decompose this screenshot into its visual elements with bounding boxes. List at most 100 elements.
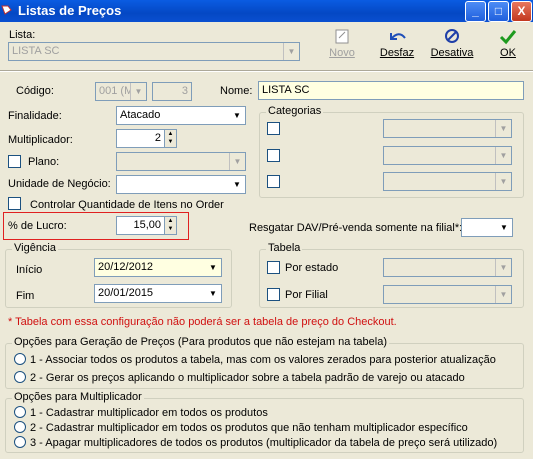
categoria-checkbox-2[interactable] [267,149,280,162]
multiplicador-value: 2 [154,132,161,144]
ok-button[interactable]: OK [488,28,528,62]
por-estado-checkbox[interactable] [267,261,280,274]
desativa-label: Desativa [430,47,474,59]
lucro-spinner[interactable]: ▲ ▼ [164,216,177,235]
desfaz-button[interactable]: Desfaz [377,28,417,62]
lista-select[interactable]: LISTA SC ▼ [8,42,300,61]
fim-value: 20/01/2015 [98,287,154,299]
plano-checkbox[interactable] [8,155,21,168]
header-separator [0,70,533,72]
por-estado-select[interactable]: ▼ [383,258,512,277]
new-document-icon [335,29,349,44]
geracao-option-2-radio[interactable] [14,371,26,383]
controlar-label: Controlar Quantidade de Itens no Order [30,199,224,211]
chevron-down-icon: ▼ [283,43,299,60]
window-title: Listas de Preços [18,3,122,18]
multiplicador-spinner[interactable]: ▲ ▼ [164,129,177,148]
finalidade-select[interactable]: Atacado ▼ [116,106,246,125]
fim-date-picker[interactable]: 20/01/2015 ▼ [94,284,222,303]
spin-down-icon[interactable]: ▼ [165,138,176,146]
multiplicador-label: Multiplicador: [8,134,73,146]
categoria-select-3[interactable]: ▼ [383,172,512,191]
inicio-value: 20/12/2012 [98,261,154,273]
inicio-date-picker[interactable]: 20/12/2012 ▼ [94,258,222,277]
multiplicador-option-1-radio[interactable] [14,406,26,418]
chevron-down-icon: ▼ [496,219,512,236]
inicio-label: Início [16,264,43,276]
codigo-label: Código: [16,85,54,97]
spin-down-icon[interactable]: ▼ [165,225,176,233]
chevron-down-icon: ▼ [495,147,511,164]
por-filial-label: Por Filial [285,289,328,301]
disable-icon [445,29,459,43]
categoria-checkbox-1[interactable] [267,122,280,135]
chevron-down-icon: ▼ [229,153,245,170]
tabela-title: Tabela [266,242,303,254]
resgatar-select[interactable]: ▼ [461,218,513,237]
categoria-select-2[interactable]: ▼ [383,146,512,165]
checkmark-icon [499,30,517,45]
opcoes-multiplicador-title: Opções para Multiplicador [12,391,144,403]
plano-label: Plano: [28,156,60,168]
checkout-warning: * Tabela com essa configuração não poder… [8,316,397,328]
por-estado-label: Por estado [285,262,339,274]
geracao-option-2-label: 2 - Gerar os preços aplicando o multipli… [30,372,465,384]
categorias-title: Categorias [266,105,324,117]
desfaz-label: Desfaz [379,47,415,59]
chevron-down-icon: ▼ [495,286,511,303]
por-filial-checkbox[interactable] [267,288,280,301]
minimize-button[interactable]: _ [465,1,486,22]
categoria-checkbox-3[interactable] [267,175,280,188]
chevron-down-icon: ▼ [130,83,146,100]
vigencia-title: Vigência [12,242,58,254]
chevron-down-icon: ▼ [495,120,511,137]
multiplicador-option-2-radio[interactable] [14,421,26,433]
lucro-input[interactable]: 15,00 [116,216,165,235]
controlar-checkbox[interactable] [8,197,21,210]
chevron-down-icon: ▼ [229,176,245,193]
novo-label: Novo [329,47,355,59]
maximize-button[interactable]: □ [488,1,509,22]
finalidade-value: Atacado [120,109,161,121]
chevron-down-icon: ▼ [205,259,221,276]
fim-label: Fim [16,290,35,302]
multiplicador-option-2-label: 2 - Cadastrar multiplicador em todos os … [30,422,468,434]
multiplicador-option-3-label: 3 - Apagar multiplicadores de todos os p… [30,437,498,449]
desativa-button[interactable]: Desativa [430,28,474,62]
multiplicador-option-1-label: 1 - Cadastrar multiplicador em todos os … [30,407,268,419]
ok-label: OK [500,47,516,59]
spin-up-icon[interactable]: ▲ [165,217,176,225]
codigo-select[interactable]: 001 (M ▼ [95,82,147,101]
undo-icon [390,33,406,40]
lucro-value: 15,00 [133,219,161,231]
novo-button[interactable]: Novo [322,28,362,62]
resgatar-label: Resgatar DAV/Pré-venda somente na filial… [249,222,463,234]
chevron-down-icon: ▼ [229,107,245,124]
title-bar: Listas de Preços _ □ X [0,0,533,22]
multiplicador-option-3-radio[interactable] [14,436,26,448]
nome-label: Nome: [220,85,253,97]
nome-input[interactable]: LISTA SC [258,81,524,100]
por-filial-select[interactable]: ▼ [383,285,512,304]
lista-label: Lista: [9,29,36,41]
geracao-option-1-label: 1 - Associar todos os produtos a tabela,… [30,354,496,366]
plano-select[interactable]: ▼ [116,152,246,171]
close-button[interactable]: X [511,1,532,22]
categoria-select-1[interactable]: ▼ [383,119,512,138]
geracao-option-1-radio[interactable] [14,353,26,365]
opcoes-geracao-title: Opções para Geração de Preços (Para prod… [12,336,390,348]
chevron-down-icon: ▼ [495,173,511,190]
nome-value: LISTA SC [262,84,310,96]
lista-value: LISTA SC [12,45,60,57]
finalidade-label: Finalidade: [8,110,62,122]
codigo-number-field[interactable]: 3 [152,82,192,101]
spin-up-icon[interactable]: ▲ [165,130,176,138]
codigo-number: 3 [181,85,188,97]
unidade-select[interactable]: ▼ [116,175,246,194]
codigo-value: 001 (M [99,85,134,97]
unidade-label: Unidade de Negócio: [8,178,111,190]
chevron-down-icon: ▼ [205,285,221,302]
lucro-label: % de Lucro: [8,220,67,232]
chevron-down-icon: ▼ [495,259,511,276]
multiplicador-input[interactable]: 2 [116,129,165,148]
